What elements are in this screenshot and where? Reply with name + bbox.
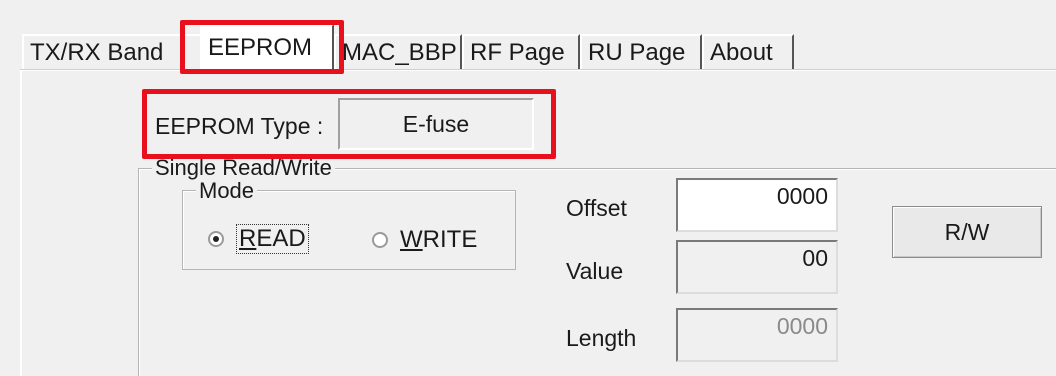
rw-button[interactable]: R/W — [892, 206, 1042, 258]
tab-rf-page[interactable]: RF Page — [462, 34, 580, 70]
read-radio[interactable]: READ — [208, 224, 309, 254]
value-input[interactable]: 00 — [676, 240, 838, 294]
tab-mac-bbp[interactable]: MAC_BBP — [334, 34, 462, 70]
tab-label: RU Page — [588, 39, 686, 66]
read-radio-indicator[interactable] — [208, 231, 224, 247]
single-read-write-title: Single Read/Write — [152, 157, 335, 179]
read-radio-label: READ — [236, 224, 309, 254]
write-mnemonic: W — [400, 226, 423, 253]
tab-about[interactable]: About — [702, 34, 794, 70]
offset-input[interactable]: 0000 — [676, 178, 838, 232]
highlight-eeprom-tab — [180, 20, 344, 74]
tab-label: MAC_BBP — [342, 39, 457, 66]
value-label: Value — [566, 258, 624, 284]
length-input: 0000 — [676, 308, 838, 362]
length-label: Length — [566, 325, 637, 351]
write-label-text: RITE — [422, 226, 478, 253]
tab-label: TX/RX Band — [30, 39, 164, 66]
rw-button-label: R/W — [944, 219, 990, 245]
tab-label: RF Page — [470, 39, 565, 66]
write-radio[interactable]: WRITE — [372, 226, 477, 254]
write-radio-indicator[interactable] — [372, 232, 388, 248]
offset-label: Offset — [566, 195, 627, 221]
tab-tx-rx-band[interactable]: TX/RX Band — [22, 34, 204, 70]
highlight-eeprom-type — [142, 89, 556, 159]
read-mnemonic: R — [239, 225, 257, 252]
eeprom-tool-window: TX/RX Band EEPROM MAC_BBP RF Page RU Pag… — [0, 0, 1056, 376]
tab-label: About — [710, 39, 773, 66]
write-radio-label: WRITE — [400, 226, 477, 254]
mode-title: Mode — [196, 180, 258, 202]
read-label-text: EAD — [256, 225, 306, 252]
tab-ru-page[interactable]: RU Page — [580, 34, 702, 70]
